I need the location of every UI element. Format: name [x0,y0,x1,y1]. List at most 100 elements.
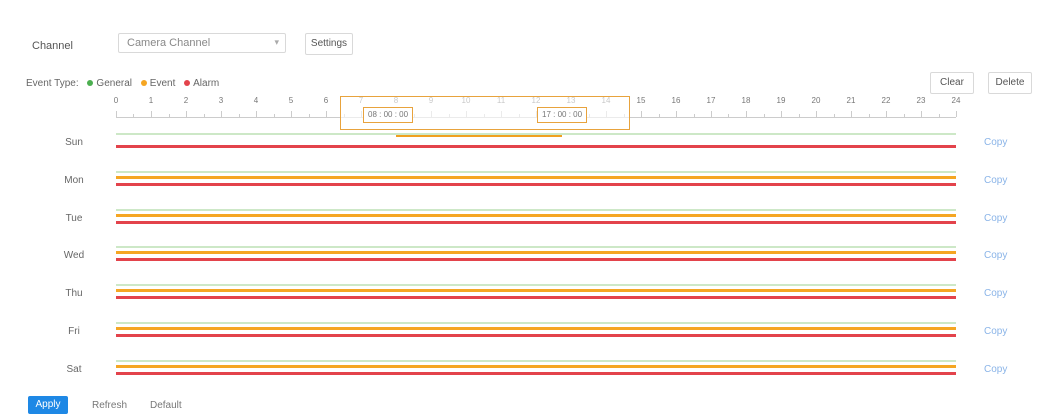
ruler-tick-mark [938,114,940,117]
ruler-tick-mark [133,114,135,117]
copy-link-5[interactable]: Copy [984,326,1007,337]
ruler-tick-mark [185,111,187,117]
refresh-button[interactable]: Refresh [92,400,127,411]
timeline-tick-label: 4 [253,96,259,105]
day-schedule-track[interactable] [116,282,956,306]
ruler-tick-mark [851,111,852,117]
timeline-tick-label: 24 [951,96,961,105]
ruler-tick-mark [116,111,117,117]
copy-link-4[interactable]: Copy [984,288,1007,299]
day-label-5: Fri [68,326,80,337]
chevron-down-icon: ▾ [274,37,279,47]
copy-link-3[interactable]: Copy [984,250,1007,261]
day-schedule-track[interactable] [116,207,956,231]
ruler-tick-mark [273,114,275,117]
ruler-tick-mark [675,111,677,117]
legend-label-general: General [96,78,132,89]
ruler-tick-mark [641,111,642,117]
general-record-bar [116,208,956,211]
alarm-record-bar [116,258,956,262]
event-record-bar [116,327,956,330]
alarm-record-bar [116,334,956,337]
settings-button[interactable]: Settings [305,33,353,55]
day-label-2: Tue [65,212,83,224]
timeline-tick-label: 21 [846,96,856,105]
day-label-4: Thu [65,288,83,300]
day-schedule-track[interactable] [116,244,956,268]
ruler-tick-mark [816,111,817,117]
delete-button[interactable]: Delete [988,72,1032,94]
copy-link-6[interactable]: Copy [984,364,1007,375]
general-record-bar [116,170,956,173]
event-record-bar [116,251,956,255]
ruler-tick-mark [203,114,205,117]
timeline-tick-label: 0 [113,96,119,105]
day-label-6: Sat [66,363,82,375]
general-record-bar [116,246,956,249]
time-selection-box[interactable]: 08 : 00 : 00 17 : 00 : 00 [340,96,630,130]
timeline-tick-label: 16 [671,96,681,105]
ruler-tick-mark [658,114,660,117]
day-schedule-track[interactable] [116,358,956,382]
timeline-tick-label: 3 [218,96,224,105]
timeline-tick-label: 18 [741,96,751,105]
ruler-tick-mark [833,114,835,117]
ruler-tick-mark [921,111,922,117]
copy-link-2[interactable]: Copy [984,213,1007,224]
alarm-record-bar [116,145,956,148]
ruler-tick-mark [798,114,800,117]
general-record-bar [116,359,956,362]
day-schedule-track[interactable] [116,131,956,155]
legend-dot-general [87,80,94,87]
timeline-tick-label: 1 [148,96,154,105]
general-record-bar [116,133,956,135]
ruler-tick-mark [308,114,310,117]
copy-link-0[interactable]: Copy [984,137,1007,148]
apply-button[interactable]: Apply [28,396,68,414]
event-record-bar [116,175,956,179]
legend-dot-alarm [184,80,191,87]
day-label-1: Mon [64,174,84,186]
event-record-bar [116,213,956,217]
copy-link-1[interactable]: Copy [984,175,1007,186]
default-button[interactable]: Default [150,400,182,411]
ruler-tick-mark [903,114,905,117]
clear-button[interactable]: Clear [930,72,974,94]
alarm-record-bar [116,371,956,375]
selection-end-time[interactable]: 17 : 00 : 00 [537,107,588,123]
ruler-tick-mark [326,111,327,117]
ruler-tick-mark [886,111,887,117]
ruler-tick-mark [711,111,712,117]
event-type-legend: Event Type: General Event Alarm [26,78,219,89]
selection-start-time[interactable]: 08 : 00 : 00 [363,107,414,123]
timeline-tick-label: 15 [636,96,646,105]
ruler-tick-mark [868,114,870,117]
legend-label-alarm: Alarm [193,78,220,89]
ruler-tick-mark [781,111,782,117]
timeline-tick-label: 2 [183,96,189,105]
timeline-tick-label: 22 [881,96,891,105]
ruler-tick-mark [693,114,695,117]
day-schedule-track[interactable] [116,169,956,193]
ruler-tick-mark [746,111,747,117]
general-record-bar [116,284,956,287]
timeline-tick-label: 19 [776,96,786,105]
ruler-tick-mark [150,111,152,117]
ruler-tick-mark [728,114,730,117]
ruler-tick-mark [221,111,222,117]
timeline-tick-label: 23 [916,96,926,105]
timeline-tick-label: 17 [706,96,716,105]
day-label-0: Sun [65,137,83,148]
ruler-tick-mark [255,111,257,117]
general-record-bar [116,322,956,324]
ruler-tick-mark [291,111,292,117]
day-schedule-track[interactable] [116,320,956,344]
ruler-tick-mark [763,114,765,117]
timeline-tick-label: 20 [811,96,821,105]
channel-label: Channel [32,40,73,52]
ruler-tick-mark [238,114,240,117]
legend-prefix: Event Type: [26,78,79,89]
legend-dot-event [140,80,147,87]
day-label-3: Wed [63,250,85,262]
channel-select[interactable]: Camera Channel ▾ [118,33,286,53]
